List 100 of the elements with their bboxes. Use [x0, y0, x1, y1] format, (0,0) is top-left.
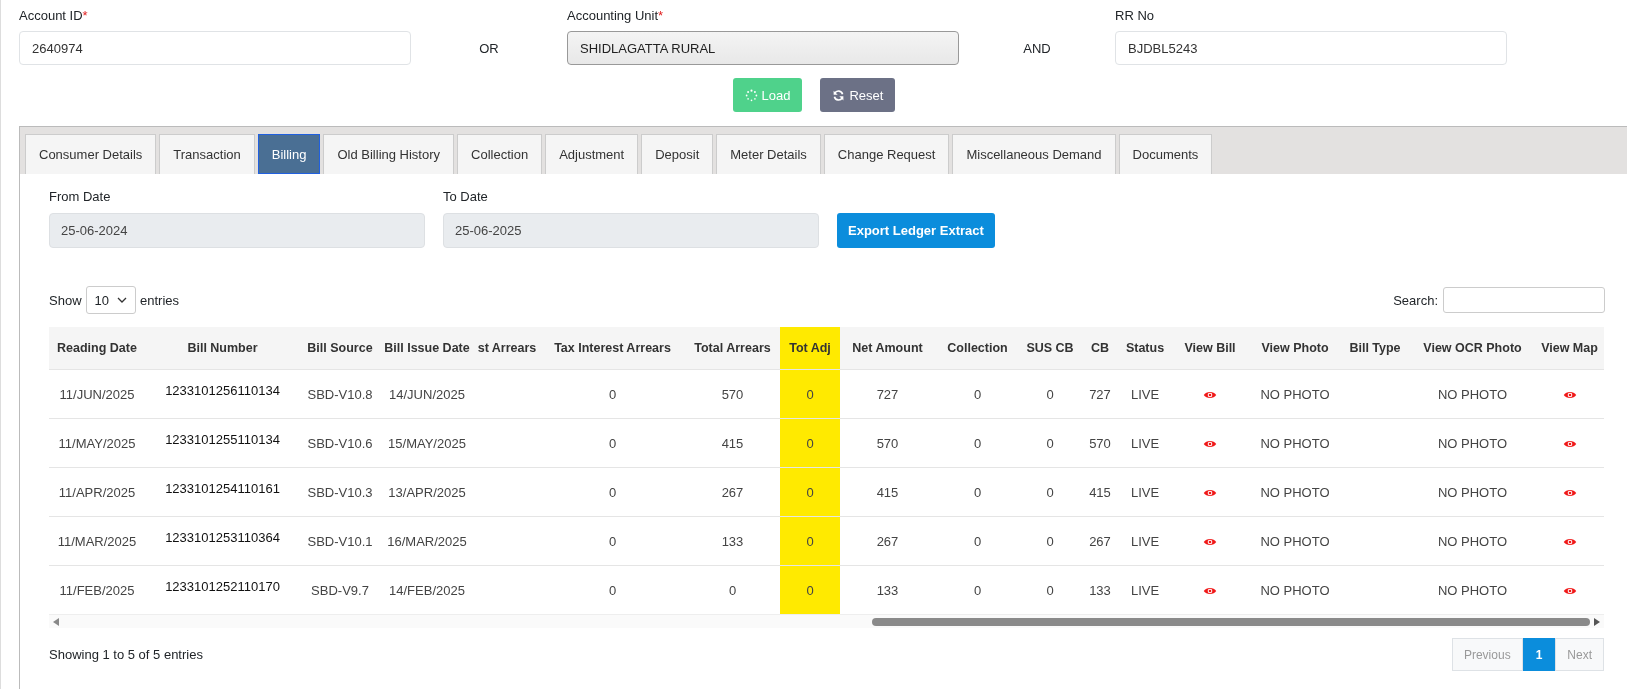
- column-header[interactable]: Reading Date: [49, 327, 145, 370]
- table-cell: 0: [608, 484, 617, 500]
- table-cell: 570: [876, 435, 899, 451]
- column-header[interactable]: Tax Interest Arrears: [540, 327, 685, 370]
- input-field[interactable]: SHIDLAGATTA RURAL: [567, 31, 959, 65]
- table-cell: 570: [1089, 435, 1111, 451]
- reset-button[interactable]: Reset: [820, 78, 896, 112]
- tab[interactable]: Billing: [257, 134, 321, 174]
- table-cell: LIVE: [1130, 533, 1160, 549]
- column-header[interactable]: SUS CB: [1020, 327, 1080, 370]
- table-cell: 133: [1089, 582, 1111, 598]
- field-label: To Date: [443, 189, 489, 204]
- eye-icon[interactable]: [1562, 586, 1577, 597]
- table-cell: LIVE: [1130, 582, 1160, 598]
- table-cell: 267: [876, 533, 899, 549]
- field-label: From Date: [49, 189, 112, 204]
- column-header[interactable]: Total Arrears: [685, 327, 780, 370]
- table-cell: 14/JUN/2025: [389, 386, 465, 402]
- tab[interactable]: Meter Details: [716, 134, 821, 174]
- scroll-left-icon[interactable]: [53, 617, 59, 626]
- table-cell: 0: [806, 484, 814, 500]
- table-cell: 0: [608, 386, 617, 402]
- table-cell: NO PHOTO: [1437, 435, 1508, 451]
- table-cell: 415: [721, 435, 744, 451]
- table-cell: 0: [608, 582, 617, 598]
- table-cell: 11/APR/2025: [58, 484, 136, 500]
- tab[interactable]: Adjustment: [545, 134, 639, 174]
- column-header[interactable]: Net Amount: [840, 327, 935, 370]
- field-label: RR No: [1115, 8, 1154, 23]
- scroll-right-icon[interactable]: [1594, 617, 1600, 626]
- tab[interactable]: Consumer Details: [25, 134, 157, 174]
- table-cell: SBD-V10.1: [307, 533, 373, 549]
- eye-icon[interactable]: [1203, 390, 1217, 401]
- input-field[interactable]: 2640974: [19, 31, 411, 65]
- table-cell: 0: [1046, 386, 1054, 402]
- column-header[interactable]: Status: [1120, 327, 1170, 370]
- tab[interactable]: Transaction: [159, 134, 255, 174]
- connector-label: OR: [479, 41, 499, 56]
- tab[interactable]: Documents: [1118, 134, 1213, 174]
- column-header[interactable]: View Map: [1535, 327, 1604, 370]
- tab[interactable]: Miscellaneous Demand: [952, 134, 1116, 174]
- table-cell: 1233101252110170: [165, 579, 280, 594]
- table-cell: 415: [1089, 484, 1111, 500]
- table-cell: 0: [973, 582, 982, 598]
- table-cell: LIVE: [1130, 484, 1160, 500]
- column-header[interactable]: Collection: [935, 327, 1020, 370]
- table-cell: NO PHOTO: [1437, 582, 1508, 598]
- search-field[interactable]: [1443, 287, 1605, 313]
- column-header[interactable]: Tot Adj: [780, 327, 840, 370]
- refresh-icon: [832, 88, 846, 102]
- table-cell: 13/APR/2025: [388, 484, 466, 500]
- pagination-button[interactable]: 1: [1522, 638, 1556, 671]
- spinner-icon: [744, 88, 758, 102]
- column-header[interactable]: View OCR Photo: [1410, 327, 1535, 370]
- column-header[interactable]: CB: [1080, 327, 1120, 370]
- eye-icon[interactable]: [1562, 390, 1577, 401]
- horizontal-scrollbar[interactable]: [49, 614, 1604, 628]
- show-label: Show: [49, 292, 82, 308]
- table-cell: 0: [806, 582, 814, 598]
- table-cell: 0: [608, 435, 617, 451]
- table-cell: SBD-V10.8: [307, 386, 373, 402]
- table-cell: SBD-V10.3: [307, 484, 373, 500]
- table-cell: NO PHOTO: [1260, 533, 1330, 549]
- eye-icon[interactable]: [1562, 439, 1577, 450]
- tab[interactable]: Deposit: [641, 134, 714, 174]
- column-header[interactable]: View Bill: [1170, 327, 1250, 370]
- eye-icon[interactable]: [1203, 439, 1217, 450]
- eye-icon[interactable]: [1562, 537, 1577, 548]
- table-cell: NO PHOTO: [1260, 582, 1330, 598]
- column-header[interactable]: st Arrears: [474, 327, 540, 370]
- column-header[interactable]: Bill Source: [300, 327, 380, 370]
- table-cell: 11/FEB/2025: [59, 582, 135, 598]
- input-field[interactable]: BJDBL5243: [1115, 31, 1507, 65]
- connector-label: AND: [1023, 41, 1051, 56]
- required-mark: *: [82, 8, 88, 23]
- column-header[interactable]: View Photo: [1250, 327, 1340, 370]
- table-cell: 15/MAY/2025: [388, 435, 466, 451]
- table-cell: 0: [1046, 435, 1054, 451]
- table-cell: LIVE: [1130, 386, 1160, 402]
- date-field[interactable]: 25-06-2025: [443, 213, 819, 248]
- tab[interactable]: Collection: [457, 134, 543, 174]
- column-header[interactable]: Bill Number: [145, 327, 300, 370]
- entries-dropdown[interactable]: 10: [85, 286, 136, 314]
- table-cell: 133: [721, 533, 744, 549]
- eye-icon[interactable]: [1203, 488, 1217, 499]
- table-cell: NO PHOTO: [1437, 484, 1508, 500]
- column-header[interactable]: Bill Type: [1340, 327, 1410, 370]
- table-cell: 1233101255110134: [165, 432, 280, 447]
- eye-icon[interactable]: [1203, 537, 1217, 548]
- entries-label: entries: [140, 292, 180, 308]
- table-cell: 0: [608, 533, 617, 549]
- table-cell: SBD-V10.6: [307, 435, 373, 451]
- eye-icon[interactable]: [1562, 488, 1577, 499]
- export-button[interactable]: Export Ledger Extract: [837, 213, 995, 248]
- column-header[interactable]: Bill Issue Date: [380, 327, 474, 370]
- tab[interactable]: Change Request: [823, 134, 950, 174]
- date-field[interactable]: 25-06-2024: [49, 213, 425, 248]
- table-cell: 1233101253110364: [165, 530, 280, 545]
- eye-icon[interactable]: [1203, 586, 1217, 597]
- tab[interactable]: Old Billing History: [323, 134, 455, 174]
